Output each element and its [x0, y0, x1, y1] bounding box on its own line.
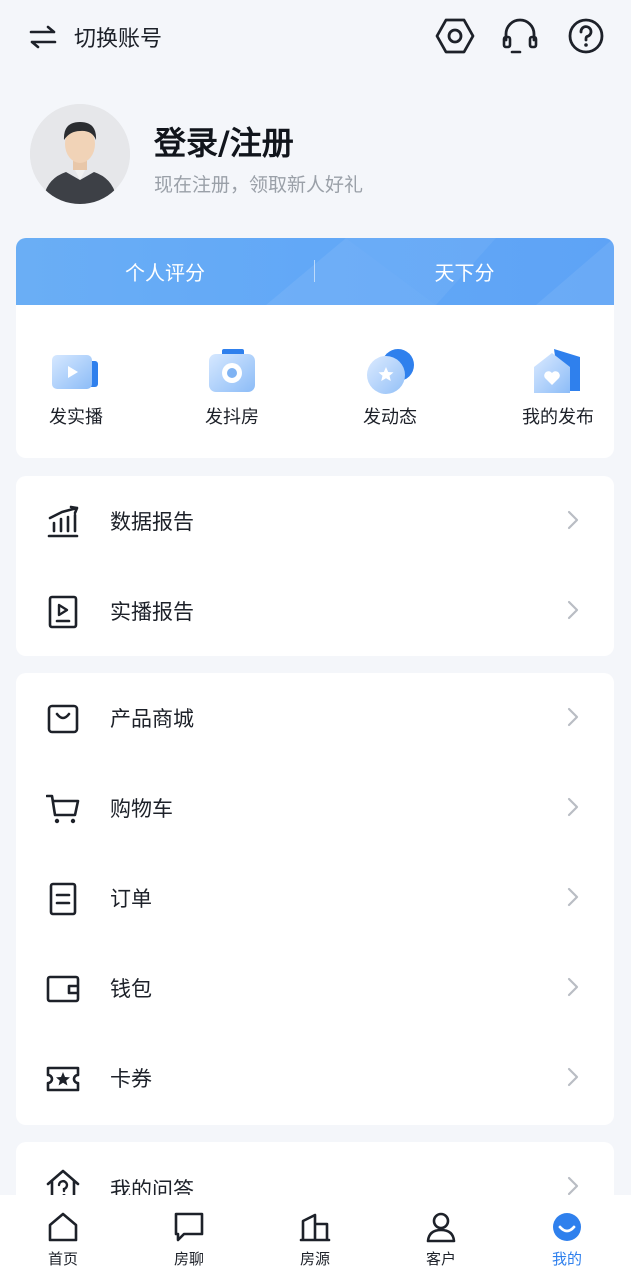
customer-service-button[interactable]	[500, 16, 540, 56]
order-document-icon	[49, 882, 77, 916]
chevron-right-icon	[567, 510, 579, 530]
tab-listings[interactable]: 房源	[252, 1195, 378, 1280]
quick-actions: 发实播 发抖房 发动态 我的发布	[16, 305, 614, 458]
chart-icon	[47, 505, 79, 538]
home-icon	[48, 1212, 78, 1242]
chevron-right-icon	[567, 707, 579, 727]
house-heart-icon	[534, 349, 580, 393]
chevron-right-icon	[567, 887, 579, 907]
profile-section: 登录/注册 现在注册，领取新人好礼	[30, 104, 610, 206]
action-my-posts[interactable]: 我的发布	[498, 341, 618, 428]
register-promo-text: 现在注册，领取新人好礼	[154, 174, 364, 196]
chevron-right-icon	[567, 1067, 579, 1087]
menu-item-label: 钱包	[110, 977, 152, 1001]
menu-item-orders[interactable]: 订单	[16, 853, 614, 943]
menu-item-label: 订单	[110, 887, 152, 911]
tab-label: 客户	[425, 1250, 456, 1268]
switch-account-button[interactable]: 切换账号	[28, 20, 162, 54]
help-icon	[568, 18, 604, 54]
action-label: 发动态	[363, 407, 417, 428]
play-document-icon	[48, 595, 78, 629]
chevron-right-icon	[567, 1176, 579, 1196]
shopping-bag-icon	[47, 704, 79, 734]
chevron-right-icon	[567, 797, 579, 817]
score-banner: 个人评分 天下分	[16, 238, 614, 305]
action-label: 发实播	[49, 407, 103, 428]
reports-card: 数据报告 实播报告	[16, 476, 614, 656]
coupon-icon	[46, 1066, 80, 1092]
smile-icon	[553, 1213, 581, 1241]
shop-card: 产品商城 购物车 订单 钱包 卡券	[16, 673, 614, 1125]
tab-home[interactable]: 首页	[0, 1195, 126, 1280]
action-live-broadcast[interactable]: 发实播	[16, 341, 136, 428]
video-camera-icon	[52, 355, 98, 389]
action-short-video[interactable]: 发抖房	[172, 341, 292, 428]
settings-button[interactable]	[435, 16, 475, 56]
star-bubble-icon	[367, 349, 414, 394]
tab-customers[interactable]: 客户	[378, 1195, 504, 1280]
menu-item-label: 产品商城	[110, 707, 194, 731]
cart-icon	[46, 794, 80, 824]
person-icon	[426, 1212, 456, 1243]
top-bar: 切换账号	[0, 0, 631, 72]
switch-account-label: 切换账号	[74, 27, 163, 52]
tab-label: 首页	[47, 1250, 78, 1268]
tab-label: 房源	[299, 1250, 330, 1268]
menu-item-label: 实播报告	[110, 600, 194, 624]
menu-item-shopping-cart[interactable]: 购物车	[16, 763, 614, 853]
tianxia-score-button[interactable]: 天下分	[315, 238, 614, 305]
help-button[interactable]	[566, 16, 606, 56]
menu-item-label: 卡券	[110, 1067, 152, 1091]
tab-label: 房聊	[173, 1250, 204, 1268]
chat-icon	[174, 1212, 204, 1242]
action-post-update[interactable]: 发动态	[330, 341, 450, 428]
menu-item-label: 数据报告	[110, 510, 194, 534]
tab-chat[interactable]: 房聊	[126, 1195, 252, 1280]
menu-item-product-mall[interactable]: 产品商城	[16, 673, 614, 763]
chevron-right-icon	[567, 600, 579, 620]
default-avatar-icon	[30, 104, 130, 204]
login-register-link[interactable]: 登录/注册	[154, 118, 294, 164]
bottom-tab-bar: 首页 房聊 房源 客户 我的	[0, 1195, 631, 1280]
menu-item-coupons[interactable]: 卡券	[16, 1033, 614, 1123]
tab-mine[interactable]: 我的	[504, 1195, 630, 1280]
tab-label: 我的	[551, 1250, 582, 1268]
personal-score-button[interactable]: 个人评分	[16, 238, 314, 305]
building-icon	[299, 1213, 331, 1242]
avatar[interactable]	[30, 104, 130, 204]
swap-icon	[29, 25, 57, 49]
menu-item-live-report[interactable]: 实播报告	[16, 566, 614, 656]
menu-item-data-report[interactable]: 数据报告	[16, 476, 614, 566]
action-label: 我的发布	[522, 407, 594, 428]
headset-icon	[502, 18, 538, 54]
action-label: 发抖房	[205, 407, 259, 428]
menu-item-label: 购物车	[110, 797, 173, 821]
settings-hexagon-icon	[435, 18, 475, 54]
wallet-icon	[46, 975, 80, 1003]
menu-item-wallet[interactable]: 钱包	[16, 943, 614, 1033]
camera-icon	[209, 349, 255, 392]
chevron-right-icon	[567, 977, 579, 997]
